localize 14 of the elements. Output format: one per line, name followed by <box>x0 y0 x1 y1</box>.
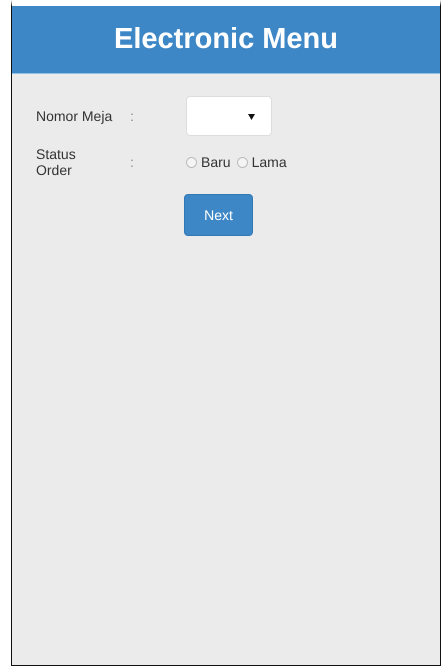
colon-separator: : <box>129 154 135 170</box>
radio-label: Baru <box>201 154 231 170</box>
radio-icon[interactable] <box>186 156 197 168</box>
table-select[interactable] <box>186 96 272 136</box>
radio-icon[interactable] <box>236 156 248 168</box>
radio-label: Lama <box>252 154 287 170</box>
page-title: Electronic Menu <box>114 23 338 56</box>
radio-option[interactable]: Baru <box>186 154 231 170</box>
field-label: Nomor Meja <box>36 108 114 124</box>
radio-option[interactable]: Lama <box>236 154 287 170</box>
field-label: Status Order <box>36 146 77 178</box>
colon-separator: : <box>129 108 135 124</box>
next-button[interactable]: Next <box>184 194 253 236</box>
caret-icon <box>248 112 255 120</box>
